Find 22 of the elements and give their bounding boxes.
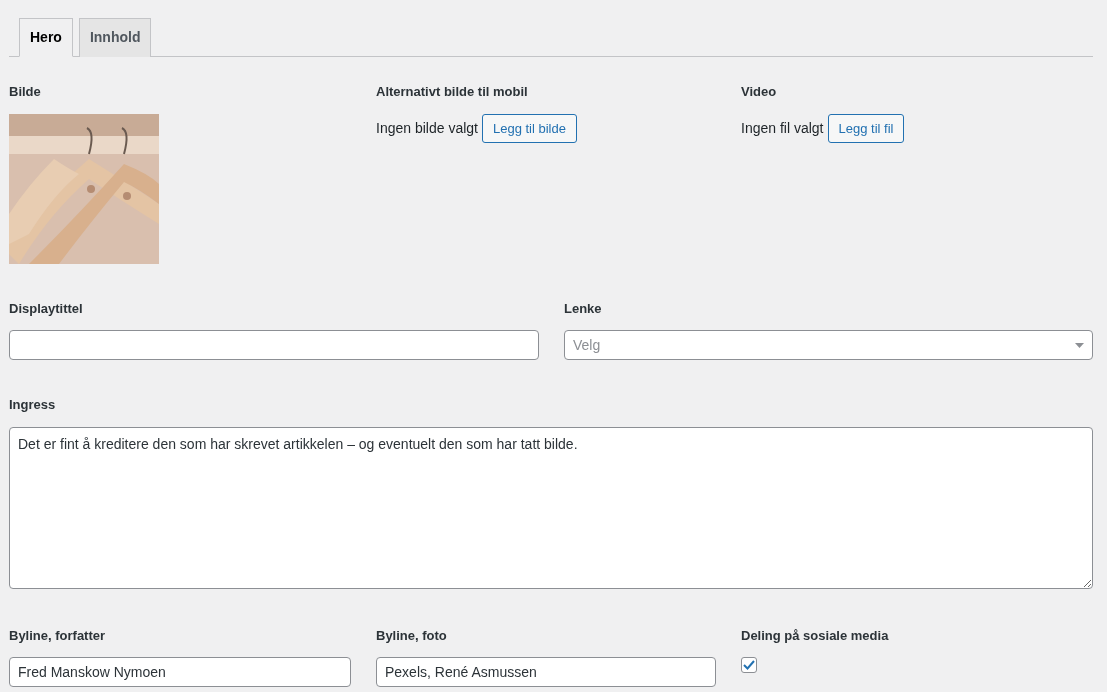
field-label: Bilde [9,83,41,101]
add-button[interactable]: Legg til fil [827,113,905,143]
checkmark-icon [743,660,755,670]
field-label: Byline, forfatter [9,626,106,645]
field-label: Video [741,83,777,101]
caret-icon [1075,342,1084,348]
input-field[interactable]: Fred Manskow Nymoen [9,657,351,687]
field-label: Deling på sosiale media [741,626,889,645]
field-label: Alternativt bilde til mobil [376,83,528,101]
field-label: Ingress [9,396,56,414]
tab[interactable]: Innhold [78,18,152,57]
add-button[interactable]: Legg til bilde [481,113,577,143]
status-text: Ingen bilde valgt [376,118,478,138]
input-field[interactable]: Pexels, René Asmussen [376,657,716,687]
field-label: Byline, foto [376,626,447,645]
tab[interactable]: Hero [19,18,73,57]
checkbox[interactable] [741,657,757,673]
text-area[interactable]: Det er fint å kreditere den som har skrevet artikkelen – og eventuelt den som har tatt bilde. [9,426,1093,589]
input-field[interactable] [9,330,539,360]
field-label: Lenke [564,299,602,318]
field-label: Displaytittel [9,299,83,318]
status-text: Ingen fil valgt [741,118,824,138]
